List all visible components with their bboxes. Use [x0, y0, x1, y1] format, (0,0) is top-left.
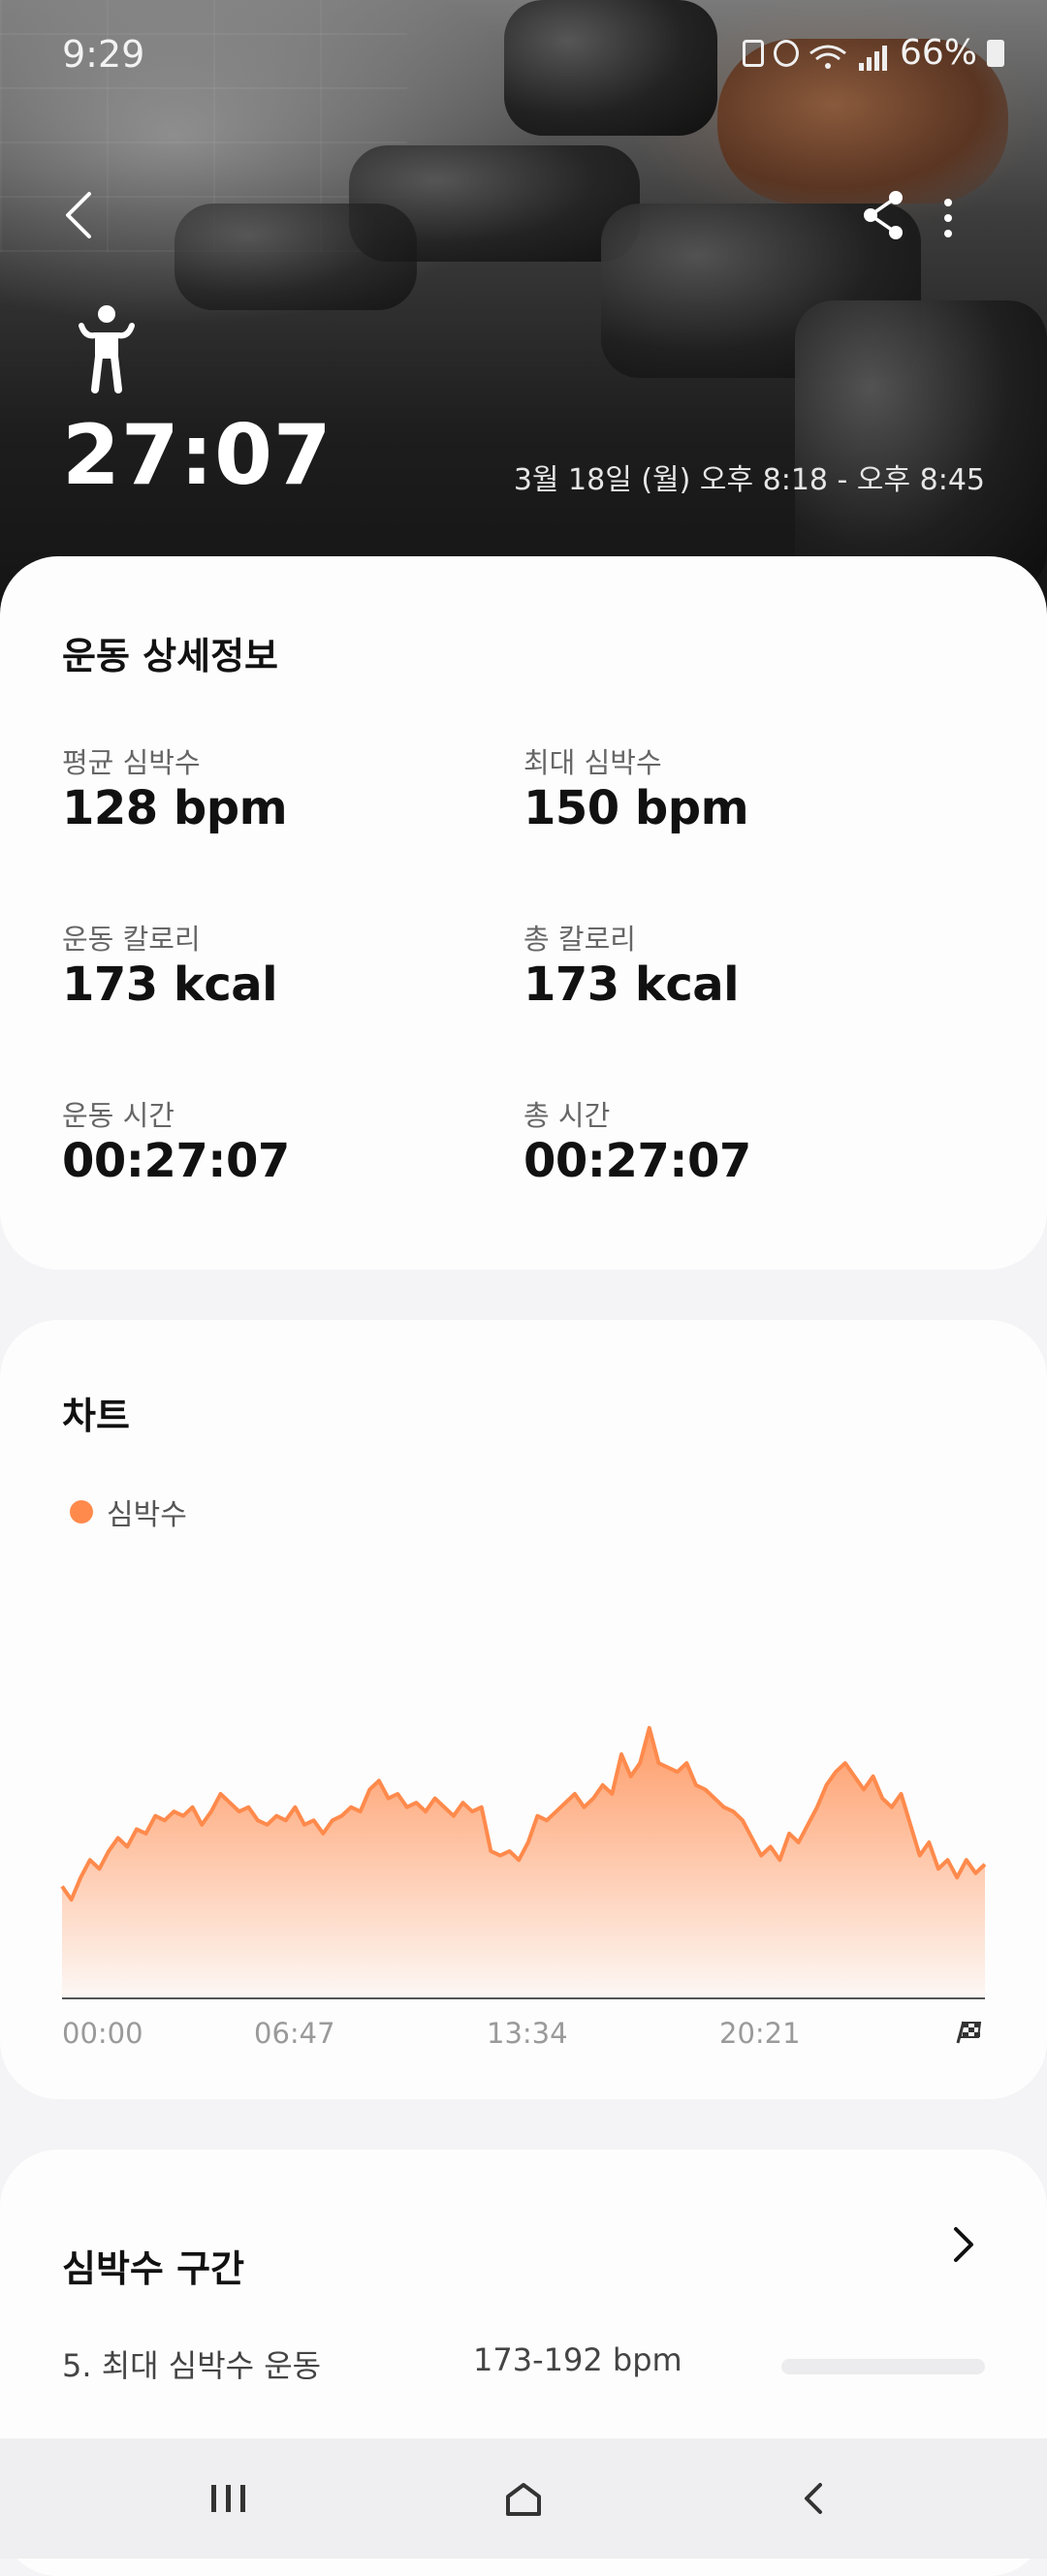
alarm-icon: [773, 39, 799, 67]
back-arrow-icon[interactable]: [54, 184, 109, 246]
x-tick-label: 06:47: [254, 2017, 335, 2050]
max-heart-rate-label: 최대 심박수: [524, 746, 662, 779]
avg-heart-rate-label: 평균 심박수: [62, 746, 201, 779]
total-time-value: 00:27:07: [524, 1134, 751, 1188]
workout-details-card: 운동 상세정보 평균 심박수 128 bpm 최대 심박수 150 bpm 운동…: [0, 556, 1047, 1270]
x-tick-label: 20:21: [719, 2017, 801, 2050]
workout-time-value: 00:27:07: [62, 1134, 290, 1188]
x-tick-label: 13:34: [487, 2017, 568, 2050]
workout-time-label: 운동 시간: [62, 1099, 174, 1132]
finish-flag-icon: [954, 2020, 983, 2045]
workout-duration: 27:07: [62, 407, 333, 504]
dumbbell-image: [174, 204, 417, 310]
wifi-icon: [809, 40, 847, 69]
workout-calories-value: 173 kcal: [62, 958, 278, 1012]
status-bar: 9:29 66%: [0, 0, 1047, 116]
signal-icon: [857, 40, 890, 71]
back-icon[interactable]: [776, 2467, 853, 2529]
more-vertical-icon[interactable]: [936, 194, 960, 242]
status-time: 9:29: [62, 33, 145, 76]
zone-progress-bar: [781, 2359, 985, 2374]
zone-row: 5. 최대 심박수 운동 173-192 bpm: [62, 2334, 985, 2392]
workout-date-range: 3월 18일 (월) 오후 8:18 - 오후 8:45: [513, 463, 985, 497]
share-icon[interactable]: [857, 184, 911, 246]
details-title: 운동 상세정보: [62, 635, 278, 677]
status-icons: 66%: [742, 33, 1004, 73]
hero-banner: 9:29 66% 27:07 3월 18일 (월) 오후 8:18 - 오후 8…: [0, 0, 1047, 620]
dumbbell-image: [795, 300, 1047, 591]
zones-title: 심박수 구간: [62, 2247, 245, 2290]
total-calories-label: 총 칼로리: [524, 923, 636, 956]
max-heart-rate-value: 150 bpm: [524, 781, 749, 835]
battery-icon: [987, 39, 1004, 67]
battery-percent: 66%: [899, 33, 977, 73]
total-time-label: 총 시간: [524, 1099, 611, 1132]
zone-range: 173-192 bpm: [473, 2341, 682, 2378]
home-icon[interactable]: [485, 2467, 562, 2529]
chevron-right-icon[interactable]: [952, 2223, 975, 2266]
sim-icon: [742, 39, 764, 67]
heart-rate-chart: 00:00 06:47 13:34 20:21: [60, 1725, 987, 2050]
avg-heart-rate-value: 128 bpm: [62, 781, 288, 835]
recent-apps-icon[interactable]: [190, 2467, 268, 2529]
zone-name: 5. 최대 심박수 운동: [62, 2347, 322, 2384]
x-tick-label: 00:00: [62, 2017, 143, 2050]
system-nav-bar: [0, 2438, 1047, 2559]
chart-card: 차트 심박수 00:00 06:47 13:34 20:21: [0, 1320, 1047, 2099]
strength-training-icon: [76, 300, 138, 393]
workout-calories-label: 운동 칼로리: [62, 923, 201, 956]
total-calories-value: 173 kcal: [524, 958, 740, 1012]
